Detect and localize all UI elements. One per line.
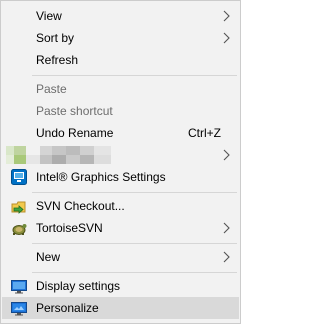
- chevron-right-icon: [223, 10, 230, 22]
- menu-item-label: Undo Rename: [36, 126, 114, 140]
- chevron-right-icon: [223, 251, 230, 263]
- menu-item-redacted[interactable]: [2, 144, 239, 166]
- menu-item-undo-rename[interactable]: Undo Rename Ctrl+Z: [2, 122, 239, 144]
- menu-item-label: Paste shortcut: [36, 104, 113, 118]
- tortoisesvn-icon: [12, 224, 27, 235]
- menu-item-view[interactable]: View: [2, 5, 239, 27]
- menu-item-label: New: [36, 250, 61, 264]
- context-menu: View Sort by Refresh Paste Paste shortcu…: [0, 0, 241, 324]
- menu-item-personalize[interactable]: Personalize: [2, 297, 239, 319]
- menu-item-label: SVN Checkout...: [36, 199, 125, 213]
- menu-separator: [32, 272, 237, 273]
- menu-item-label: Intel® Graphics Settings: [36, 170, 166, 184]
- menu-separator: [32, 192, 237, 193]
- menu-item-tortoisesvn[interactable]: TortoiseSVN: [2, 217, 239, 239]
- menu-item-sort-by[interactable]: Sort by: [2, 27, 239, 49]
- menu-separator: [32, 243, 237, 244]
- svn-checkout-icon: [11, 201, 26, 214]
- menu-item-paste[interactable]: Paste: [2, 78, 239, 100]
- blurred-redacted-item-icon: [6, 146, 111, 164]
- menu-item-intel-graphics[interactable]: Intel® Graphics Settings: [2, 166, 239, 188]
- menu-item-label: Personalize: [36, 301, 99, 315]
- menu-item-paste-shortcut[interactable]: Paste shortcut: [2, 100, 239, 122]
- menu-item-svn-checkout[interactable]: SVN Checkout...: [2, 195, 239, 217]
- personalize-icon: [11, 302, 27, 316]
- menu-item-new[interactable]: New: [2, 246, 239, 268]
- chevron-right-icon: [223, 222, 230, 234]
- menu-item-display-settings[interactable]: Display settings: [2, 275, 239, 297]
- menu-item-label: Display settings: [36, 279, 121, 293]
- display-settings-icon: [11, 280, 27, 294]
- chevron-right-icon: [223, 149, 230, 161]
- menu-item-shortcut: Ctrl+Z: [188, 126, 221, 140]
- menu-separator: [32, 75, 237, 76]
- menu-item-label: TortoiseSVN: [36, 221, 103, 235]
- menu-item-label: Sort by: [36, 31, 75, 45]
- menu-item-refresh[interactable]: Refresh: [2, 49, 239, 71]
- menu-item-label: Paste: [36, 82, 67, 96]
- intel-graphics-icon: [11, 169, 27, 185]
- menu-item-label: View: [36, 9, 62, 23]
- chevron-right-icon: [223, 32, 230, 44]
- menu-item-label: Refresh: [36, 53, 79, 67]
